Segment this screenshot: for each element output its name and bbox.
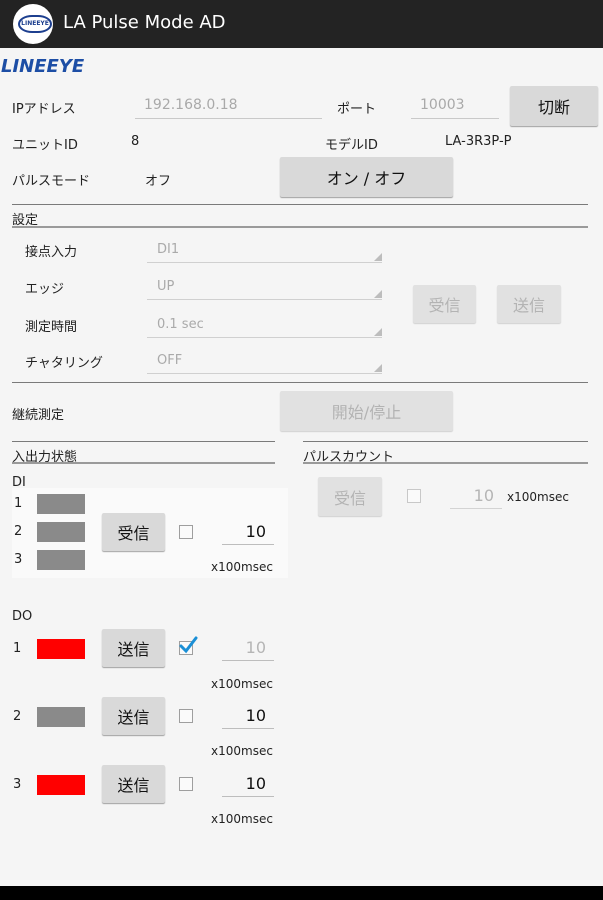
measure-time-value: 0.1 sec xyxy=(157,317,204,332)
di-auto-checkbox[interactable] xyxy=(179,525,193,539)
di-1-indicator xyxy=(37,494,85,514)
settings-send-button[interactable]: 送信 xyxy=(497,285,561,323)
do-2-interval-value: 10 xyxy=(245,706,266,725)
do-3-send-button[interactable]: 送信 xyxy=(102,765,165,803)
di-2-indicator xyxy=(37,522,85,542)
divider xyxy=(12,441,275,442)
port-value: 10003 xyxy=(420,97,465,113)
edge-label: エッジ xyxy=(25,282,65,297)
do-row-1-label: 1 xyxy=(13,641,22,656)
pulse-count-interval-value: 10 xyxy=(473,486,494,505)
measure-time-spinner[interactable]: 0.1 sec xyxy=(147,315,382,338)
bottom-bar xyxy=(0,886,603,900)
unit-id-label: ユニットID xyxy=(12,138,78,153)
do-2-send-button[interactable]: 送信 xyxy=(102,697,165,735)
pulse-count-header-line xyxy=(303,462,588,464)
do-3-indicator xyxy=(37,775,85,795)
di-interval-value: 10 xyxy=(245,522,266,541)
chattering-spinner[interactable]: OFF xyxy=(147,351,382,374)
do-3-interval-unit: x100msec xyxy=(211,812,273,826)
divider xyxy=(12,204,588,205)
pulse-count-interval-unit: x100msec xyxy=(507,490,569,504)
edge-spinner[interactable]: UP xyxy=(147,277,382,300)
settings-header-line xyxy=(12,226,588,228)
measure-time-label: 測定時間 xyxy=(25,320,78,335)
brand-logo: LINEEYE xyxy=(1,56,85,77)
contact-input-value: DI1 xyxy=(157,242,180,257)
do-1-interval-value: 10 xyxy=(245,638,266,657)
do-3-interval-value: 10 xyxy=(245,774,266,793)
do-row-3-label: 3 xyxy=(13,777,22,792)
continuous-measure-label: 継続測定 xyxy=(12,408,65,423)
dropdown-arrow-icon xyxy=(374,328,382,336)
dropdown-arrow-icon xyxy=(374,290,382,298)
do-1-auto-checkbox[interactable] xyxy=(179,636,198,655)
start-stop-button[interactable]: 開始/停止 xyxy=(280,391,453,431)
divider xyxy=(12,382,588,383)
app-logo-text: LINEEYE xyxy=(18,15,52,33)
app-title: LA Pulse Mode AD xyxy=(63,12,226,33)
disconnect-button[interactable]: 切断 xyxy=(510,86,598,126)
pulse-count-receive-button[interactable]: 受信 xyxy=(318,477,382,516)
divider xyxy=(303,441,588,442)
do-title: DO xyxy=(12,609,33,624)
contact-input-label: 接点入力 xyxy=(25,245,78,260)
do-1-interval-field[interactable]: 10 xyxy=(222,636,274,661)
unit-id-value: 8 xyxy=(131,134,140,149)
ip-address-field[interactable]: 192.168.0.18 xyxy=(135,96,322,119)
di-interval-unit: x100msec xyxy=(211,560,273,574)
do-3-interval-field[interactable]: 10 xyxy=(222,772,274,797)
contact-input-spinner[interactable]: DI1 xyxy=(147,240,382,263)
ip-label: IPアドレス xyxy=(12,102,76,117)
port-field[interactable]: 10003 xyxy=(411,96,499,119)
chattering-label: チャタリング xyxy=(25,356,103,371)
di-3-indicator xyxy=(37,550,85,570)
pulse-count-interval-field[interactable]: 10 xyxy=(450,484,502,509)
settings-receive-button[interactable]: 受信 xyxy=(413,285,476,323)
io-header-line xyxy=(12,462,275,464)
di-receive-button[interactable]: 受信 xyxy=(102,513,165,551)
chattering-value: OFF xyxy=(157,353,183,368)
pulse-mode-toggle-button[interactable]: オン / オフ xyxy=(280,157,453,197)
ip-address-value: 192.168.0.18 xyxy=(144,97,238,113)
do-2-interval-field[interactable]: 10 xyxy=(222,704,274,729)
checkmark-icon xyxy=(179,636,198,654)
do-row-2-label: 2 xyxy=(13,709,22,724)
pulse-count-auto-checkbox[interactable] xyxy=(407,489,421,503)
edge-value: UP xyxy=(157,279,175,294)
di-interval-field[interactable]: 10 xyxy=(222,520,274,545)
dropdown-arrow-icon xyxy=(374,364,382,372)
do-2-auto-checkbox[interactable] xyxy=(179,709,193,723)
do-1-send-button[interactable]: 送信 xyxy=(102,629,165,667)
do-3-auto-checkbox[interactable] xyxy=(179,777,193,791)
do-1-indicator xyxy=(37,639,85,659)
do-2-interval-unit: x100msec xyxy=(211,744,273,758)
dropdown-arrow-icon xyxy=(374,253,382,261)
di-row-2-label: 2 xyxy=(14,524,23,539)
do-2-indicator xyxy=(37,707,85,727)
port-label: ポート xyxy=(337,102,377,117)
di-row-1-label: 1 xyxy=(14,496,23,511)
di-row-3-label: 3 xyxy=(14,552,23,567)
do-1-interval-unit: x100msec xyxy=(211,677,273,691)
pulse-mode-value: オフ xyxy=(145,174,172,189)
model-id-label: モデルID xyxy=(325,138,378,153)
pulse-mode-label: パルスモード xyxy=(12,174,91,189)
model-id-value: LA-3R3P-P xyxy=(445,134,512,149)
app-logo-icon[interactable]: LINEEYE xyxy=(13,4,53,44)
